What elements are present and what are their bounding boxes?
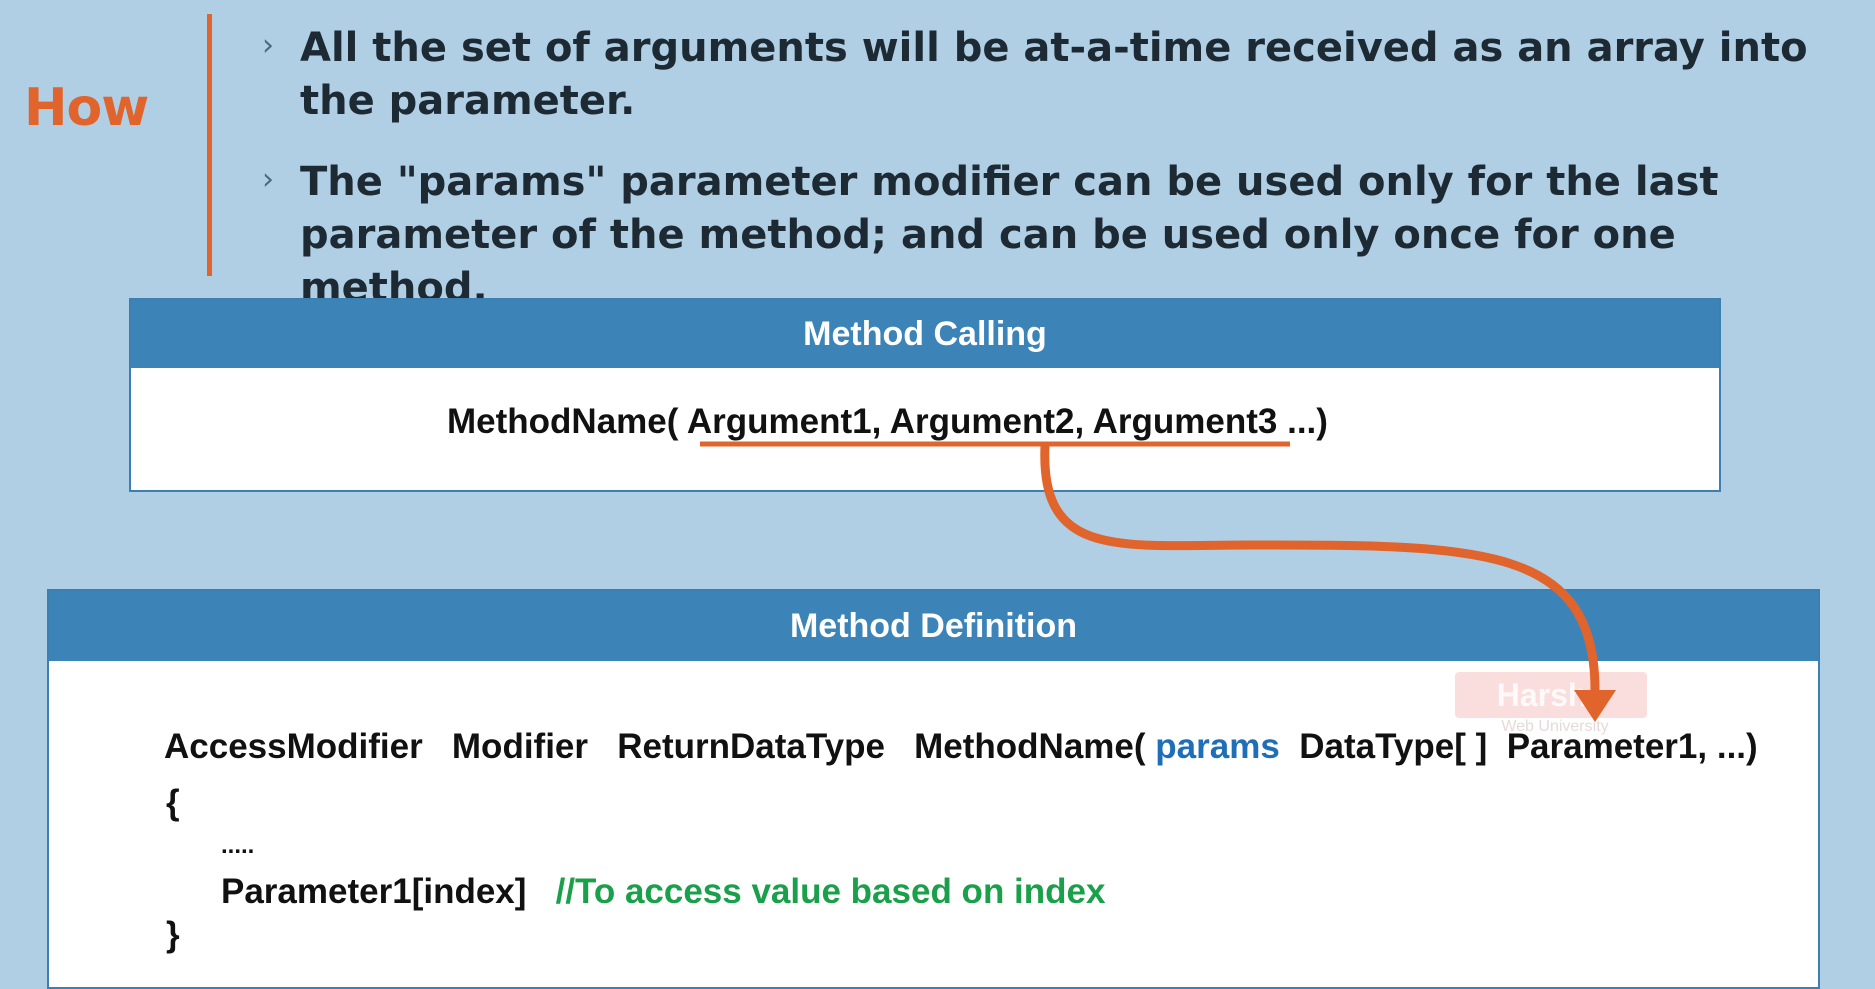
bullet-item-2: › The "params" parameter modifier can be…: [262, 156, 1862, 315]
data-type: DataType[ ]: [1299, 727, 1488, 766]
chevron-right-icon: ›: [262, 162, 274, 197]
ellipsis-line: .....: [221, 832, 255, 859]
return-data-type: ReturnDataType: [617, 727, 885, 766]
definition-method-name: MethodName(: [914, 727, 1146, 766]
bullet-text-1: All the set of arguments will be at-a-ti…: [300, 25, 1808, 124]
access-expression: Parameter1[index]: [221, 872, 527, 911]
open-brace: {: [166, 783, 180, 822]
code-comment: //To access value based on index: [555, 872, 1106, 911]
call-tail: ...): [1287, 402, 1328, 441]
access-line: Parameter1[index] //To access value base…: [221, 872, 1105, 912]
params-keyword: params: [1155, 727, 1280, 766]
method-calling-header: Method Calling: [131, 300, 1719, 368]
chevron-right-icon: ›: [262, 28, 274, 63]
divider-line: [207, 14, 212, 276]
bullet-text-2: The "params" parameter modifier can be u…: [300, 159, 1719, 311]
method-definition-header: Method Definition: [49, 591, 1818, 661]
method-calling-box: Method Calling: [129, 298, 1721, 492]
method-calling-code: MethodName( Argument1, Argument2, Argume…: [447, 402, 1328, 442]
modifier: Modifier: [451, 727, 589, 766]
how-heading: How: [24, 78, 149, 138]
watermark-subtext: Web University: [1501, 718, 1609, 735]
call-arguments: Argument1, Argument2, Argument3: [686, 402, 1278, 441]
call-method-name: MethodName(: [447, 402, 679, 441]
bullet-list: › All the set of arguments will be at-a-…: [262, 22, 1862, 343]
close-brace: }: [166, 915, 180, 954]
method-definition-box: Method Definition: [47, 589, 1820, 989]
access-modifier: AccessModifier: [164, 727, 423, 766]
watermark-logo: Harsha: [1455, 672, 1647, 718]
bullet-item-1: › All the set of arguments will be at-a-…: [262, 22, 1862, 128]
